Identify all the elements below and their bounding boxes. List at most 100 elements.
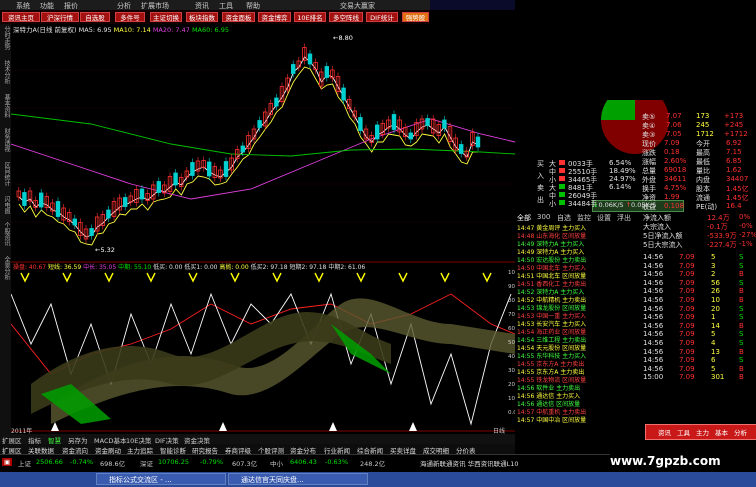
- tick-price: 7.09: [679, 356, 695, 365]
- tick-side: S: [739, 313, 744, 322]
- tick-vol: 20: [711, 304, 720, 313]
- status-right-text: 海通新联通资讯 华西资讯联通L10: [420, 460, 519, 468]
- flow-tab[interactable]: 浮出: [617, 213, 631, 223]
- tick-side: S: [739, 330, 744, 339]
- strip-flash[interactable]: 闪电图: [1, 196, 10, 220]
- strip-panorama[interactable]: 全景分析: [1, 256, 10, 288]
- indicator-header: 操盘: 40.67 短线: 36.59 中长: 35.05 中期: 55.10 …: [13, 264, 366, 271]
- stat-value-2: 34407: [726, 175, 749, 183]
- mini-button[interactable]: 资讯: [658, 427, 671, 437]
- strip-finance[interactable]: 财务透视: [1, 128, 10, 160]
- kline-svg[interactable]: [10, 24, 516, 434]
- stat-value-2: 7.15: [726, 148, 742, 156]
- tb-info-home[interactable]: 资讯主页: [2, 12, 40, 22]
- tick-side: B: [739, 373, 744, 382]
- bottom-tabs: 扩展区 指标 智慧 另存为 MACD基本 10E决策 DIF决策 资金决策: [0, 434, 515, 445]
- tick-side: B: [739, 347, 744, 356]
- toolbar: 资讯主页 沪深行情 自选股 多件号 主证切换 板块指数 资金面板 资金博弈 10…: [0, 10, 430, 24]
- stat-value-2: 16.4: [726, 202, 742, 210]
- flow-pct: 6.54%: [609, 159, 632, 167]
- tick-vol: 14: [711, 321, 720, 330]
- summary-pct: -0%: [739, 222, 753, 230]
- strip-range[interactable]: 区间统计: [1, 162, 10, 194]
- tick-side: B: [739, 270, 744, 279]
- tb-fund-panel[interactable]: 资金面板: [222, 12, 255, 22]
- tick-vol: 26: [711, 287, 720, 296]
- status-bar: ▣ 上证 2506.66 -0.74% 698.6亿 深证 10706.25 -…: [0, 454, 610, 469]
- sell-change: +1712: [724, 130, 748, 138]
- strip-tech[interactable]: 技术分析: [1, 60, 10, 92]
- tb-strong[interactable]: 强势股: [402, 12, 429, 22]
- summary-pct: -1%: [739, 240, 753, 248]
- sz-amount: 607.3亿: [232, 460, 258, 468]
- flow-summary-row: 净流入额 12.4万 0%: [643, 213, 756, 222]
- tb-longshort[interactable]: 多空阵线: [329, 12, 363, 22]
- order-flow-row: 大 8481手 6.14%: [549, 183, 641, 192]
- tick-time: 15:00: [643, 373, 664, 382]
- mini-button[interactable]: 主力: [696, 427, 709, 437]
- tick-side: S: [739, 253, 744, 261]
- flow-tab[interactable]: 自选: [557, 213, 571, 223]
- ma20-label: MA20: 7.47: [152, 26, 190, 34]
- task-item-forum[interactable]: 指标公式交流区 - ...: [96, 473, 226, 485]
- flow-summary-row: 5日大宗流入 -227.4万 -1%: [643, 240, 756, 249]
- flow-tab[interactable]: 全部: [517, 213, 531, 223]
- flow-tab[interactable]: 300: [537, 213, 550, 221]
- tb-switch[interactable]: 主证切换: [150, 12, 182, 22]
- strip-intraday[interactable]: 分时走势: [1, 26, 10, 58]
- tb-market[interactable]: 沪深行情: [41, 12, 79, 22]
- tick-time: 14:56: [643, 296, 664, 304]
- mini-toolbar: 资讯 工具 主力 基本 分析: [645, 424, 756, 440]
- tick-time: 14:56: [643, 321, 664, 330]
- tick-time: 14:56: [643, 313, 664, 322]
- sh-index: 2506.66: [36, 458, 63, 466]
- sh-label: 上证: [18, 460, 31, 468]
- tick-vol: 13: [711, 347, 720, 356]
- flow-tab[interactable]: 监控: [577, 213, 591, 223]
- stat-value: 2.60%: [664, 157, 687, 165]
- stat-row: 收益 0.108 PE(动) 16.4: [642, 202, 756, 211]
- mini-button[interactable]: 分析: [734, 427, 747, 437]
- low-annotation: ←5.32: [95, 246, 115, 254]
- sell-vol: 245: [696, 121, 710, 129]
- tick-price: 7.09: [679, 364, 695, 373]
- tick-side: B: [739, 364, 744, 373]
- order-flow-row: 小 34484手: [549, 199, 641, 208]
- sh-amount: 698.6亿: [100, 460, 126, 468]
- flow-tab[interactable]: 设置: [597, 213, 611, 223]
- flow-bar: [559, 160, 565, 165]
- bottom-tabs-2: 扩展区 关联数据 资金流向 资金刷动 主力追踪 智能诊断 研究报告 券商评级 个…: [0, 444, 515, 455]
- sell-change: +173: [724, 112, 744, 120]
- tb-sector[interactable]: 板块指数: [186, 12, 218, 22]
- mini-button[interactable]: 工具: [677, 427, 690, 437]
- tick-vol: 5: [711, 253, 716, 261]
- mini-button[interactable]: 基本: [715, 427, 728, 437]
- sell-price: 7.05: [666, 130, 682, 138]
- tb-fund-game[interactable]: 资金博弈: [258, 12, 291, 22]
- tick-time: 14:56: [643, 287, 664, 296]
- tick-time: 14:56: [643, 304, 664, 313]
- stat-value-2: 6.92: [726, 139, 742, 147]
- news-row[interactable]: 14:57 中国中冶 区间放量: [517, 415, 586, 424]
- tick-price: 7.09: [679, 261, 695, 270]
- tb-rank[interactable]: 10E排名: [294, 12, 326, 22]
- tick-price: 7.09: [679, 253, 695, 261]
- flow-summary-row: 大宗流入 -0.1万 -0%: [643, 222, 756, 231]
- strip-news[interactable]: 个股资讯: [1, 222, 10, 254]
- task-item-tdx[interactable]: 通达信官天同庆盘...: [228, 473, 368, 485]
- strip-basic[interactable]: 基本资料: [1, 94, 10, 126]
- chart-area: 深特力A(日线 前复权) MA5: 6.95 MA10: 7.14 MA20: …: [10, 24, 516, 435]
- task-tdx-label: 通达信官天同庆盘...: [241, 476, 304, 484]
- high-annotation: ←8.80: [333, 34, 353, 42]
- tb-dif[interactable]: DIF统计: [366, 12, 398, 22]
- tick-time: 14:56: [643, 270, 664, 279]
- ma10-label: MA10: 7.14: [113, 26, 151, 34]
- tb-watchlist[interactable]: 自选股: [80, 12, 110, 22]
- stat-row: 涨跌 0.18 最高 7.15: [642, 148, 756, 157]
- tb-multi[interactable]: 多件号: [115, 12, 145, 22]
- tick-price: 7.09: [679, 304, 695, 313]
- sz-change: -0.79%: [200, 458, 223, 466]
- stat-row: 现价 7.09 今开 6.92: [642, 139, 756, 148]
- quote-panel: ↓0.06K/S ↑0.05K/S 全部 300 自选 监控 设置 浮出 14:47 黄金…: [515, 0, 756, 454]
- flow-bar: [559, 192, 565, 197]
